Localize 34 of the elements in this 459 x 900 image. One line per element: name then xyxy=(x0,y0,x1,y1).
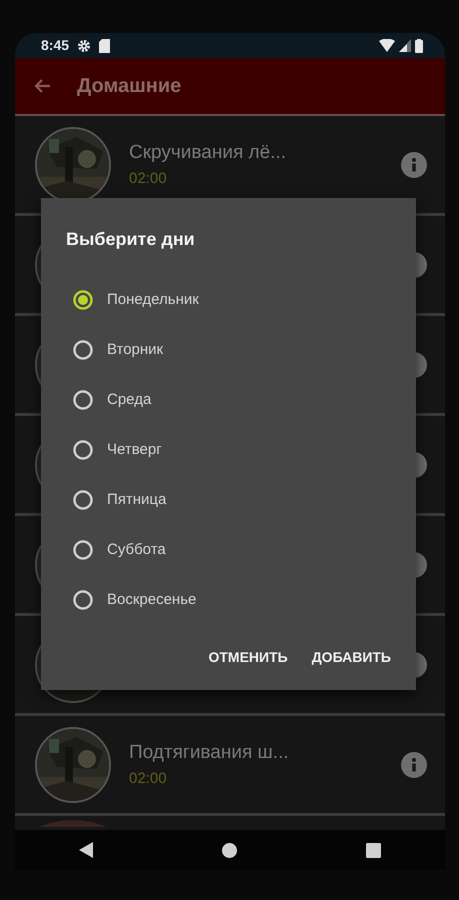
sd-card-icon xyxy=(99,38,110,52)
radio-button[interactable] xyxy=(72,539,94,561)
day-option[interactable]: Среда xyxy=(107,388,152,412)
settings-icon xyxy=(77,38,92,52)
day-option[interactable]: Суббота xyxy=(107,538,166,562)
wifi-icon xyxy=(379,39,395,52)
radio-button[interactable] xyxy=(72,339,94,361)
day-option[interactable]: Вторник xyxy=(107,338,164,362)
info-icon[interactable] xyxy=(401,152,427,178)
day-option[interactable]: Пятница xyxy=(107,488,166,512)
exercise-title: Скручивания лё... xyxy=(129,141,288,165)
signal-icon xyxy=(399,39,411,52)
radio-button[interactable] xyxy=(72,289,94,311)
exercise-title: Подтягивания ш... xyxy=(129,741,290,765)
back-arrow-icon[interactable] xyxy=(33,78,51,94)
dialog-title: Выберите дни xyxy=(66,228,196,251)
day-option[interactable]: Четверг xyxy=(107,438,162,462)
day-option[interactable]: Понедельник xyxy=(107,288,199,312)
recents-icon[interactable] xyxy=(366,842,381,858)
duration-text: 02:00 xyxy=(129,768,168,788)
back-icon[interactable] xyxy=(79,842,94,858)
radio-button[interactable] xyxy=(72,589,94,611)
screen-title: Домашние xyxy=(77,74,182,99)
info-icon[interactable] xyxy=(401,752,427,778)
radio-button[interactable] xyxy=(72,389,94,411)
duration-text: 02:00 xyxy=(129,168,168,188)
home-icon[interactable] xyxy=(222,842,237,858)
day-option[interactable]: Воскресенье xyxy=(107,588,196,612)
radio-button[interactable] xyxy=(72,489,94,511)
cancel-button[interactable]: ОТМЕНИТЬ xyxy=(208,641,288,674)
status-time: 8:45 xyxy=(41,36,70,55)
battery-icon xyxy=(415,38,423,52)
radio-button[interactable] xyxy=(72,439,94,461)
add-button[interactable]: ДОБАВИТЬ xyxy=(312,641,391,674)
